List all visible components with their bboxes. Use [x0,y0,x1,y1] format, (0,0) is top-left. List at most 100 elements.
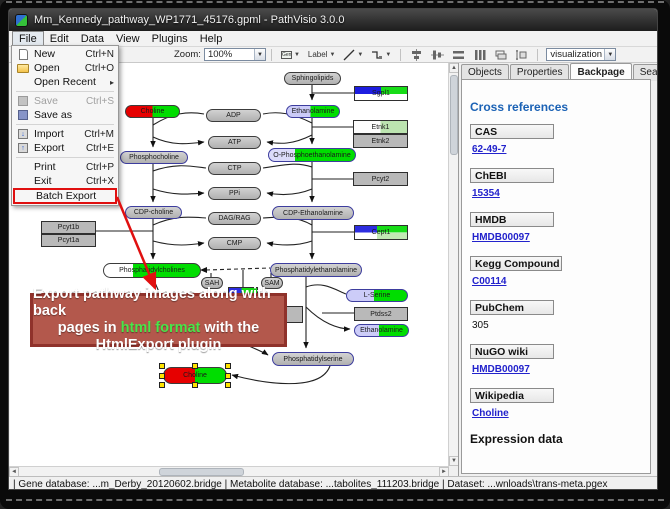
expression-data-heading: Expression data [470,432,642,446]
file-menu-item-export[interactable]: ↑ExportCtrl+E [13,141,117,155]
annotation-line: HtmlExport plugin [96,337,222,354]
zoom-label: Zoom: [174,49,201,60]
file-menu-item-import[interactable]: ↓ImportCtrl+M [13,127,117,141]
node-label: Pcyt1a [58,237,79,244]
zoom-combobox[interactable]: 100% ▼ [204,48,266,61]
pathway-node-etnk2[interactable]: Etnk2 [353,134,408,148]
reference-link[interactable]: 15354 [472,188,642,199]
pathway-node-cdp-choline[interactable]: CDP-choline [125,206,182,219]
pathway-node-pcyt1b[interactable]: Pcyt1b [41,221,96,234]
distribute-vertical-button[interactable] [470,48,489,62]
pathway-node-phosphatidylserine[interactable]: Phosphatidylserine [272,352,354,366]
pathway-node-pcyt1a[interactable]: Pcyt1a [41,234,96,247]
reference-db-kegg-compound: Kegg Compound [470,256,562,271]
selection-handle[interactable] [159,363,165,369]
stack-button[interactable] [491,48,510,62]
align-center-y-button[interactable] [428,48,447,62]
pathway-node-ethanolamine-bottom[interactable]: Ethanolamine [354,324,409,337]
pathway-node-cdp-ethanolamine[interactable]: CDP-Ethanolamine [272,206,354,220]
pathway-node-ethanolamine-top[interactable]: Ethanolamine [286,105,340,118]
label-tool-button[interactable]: Label ▼ [305,48,339,62]
dropdown-arrow-icon[interactable]: ▼ [254,49,265,60]
title-bar[interactable]: Mm_Kennedy_pathway_WP1771_45176.gpml - P… [9,9,657,31]
reference-db-cas: CAS [470,124,554,139]
pathway-node-ptdss2[interactable]: Ptdss2 [354,307,408,321]
node-label: CMP [227,240,243,247]
menu-edit[interactable]: Edit [44,32,75,46]
selection-handle[interactable] [225,373,231,379]
pathway-node-dag-rag[interactable]: DAG/RAG [208,212,261,225]
selection-handle[interactable] [192,363,198,369]
file-menu-item-save[interactable]: SaveCtrl+S [13,94,117,108]
zoom-value: 100% [205,49,254,60]
pathway-node-chpt1-partial[interactable] [285,306,303,323]
pathway-node-o-phosphoethanolamine[interactable]: O-Phosphoethanolamine [268,148,356,162]
align-center-x-button[interactable] [407,48,426,62]
pathway-node-sphingolipids[interactable]: Sphingolipids [284,72,341,85]
pathway-node-phosphocholine[interactable]: Phosphocholine [120,151,188,164]
backpage-panel[interactable]: Cross references CAS 62-49-7 ChEBI 15354 HMD… [461,79,651,474]
dropdown-arrow-icon[interactable]: ▼ [357,52,363,58]
visualization-combobox[interactable]: visualization ▼ [546,48,616,61]
reference-link[interactable]: Choline [472,408,642,419]
pathway-node-l-serine[interactable]: L-Serine [346,289,408,302]
pathway-node-etnk1[interactable]: Etnk1 [353,120,408,134]
pathway-node-phosphatidylcholines[interactable]: Phosphatidylcholines [103,263,201,278]
file-menu-item-exit[interactable]: ExitCtrl+X [13,174,117,188]
file-menu-item-print[interactable]: PrintCtrl+P [13,160,117,174]
horizontal-scroll-thumb[interactable] [159,468,244,476]
menu-view[interactable]: View [110,32,146,46]
selection-handle[interactable] [159,382,165,388]
dropdown-arrow-icon[interactable]: ▼ [294,52,300,58]
pathway-node-adp[interactable]: ADP [206,109,261,122]
cross-references-heading: Cross references [470,100,642,114]
submenu-arrow-icon: ▸ [110,78,114,87]
selection-handle[interactable] [225,363,231,369]
node-label: Cept1 [372,229,391,236]
group-button[interactable] [512,48,531,62]
vertical-scroll-thumb[interactable] [450,75,458,155]
pathway-node-ctp[interactable]: CTP [208,162,261,175]
menu-separator [16,124,114,125]
pathway-node-sgpl1[interactable]: Sgpl1 [354,86,408,101]
file-menu-item-label: Exit [34,175,86,187]
horizontal-scrollbar[interactable]: ◄ ► [9,466,449,476]
pathway-node-choline-top[interactable]: Choline [125,105,180,118]
file-menu-item-open-recent[interactable]: Open Recent▸ [13,75,117,89]
reference-link[interactable]: HMDB00097 [472,232,642,243]
file-menu-item-shortcut: Ctrl+O [85,63,114,74]
tab-backpage[interactable]: Backpage [570,63,631,80]
file-menu-item-batch-export[interactable]: Batch Export [13,188,117,204]
pathway-node-phosphatidylethanolamine[interactable]: Phosphatidylethanolamine [270,263,362,277]
pathway-node-cmp[interactable]: CMP [208,237,261,250]
dropdown-arrow-icon[interactable]: ▼ [329,52,335,58]
dropdown-arrow-icon[interactable]: ▼ [604,49,615,60]
new-file-icon [16,49,30,60]
reference-link[interactable]: C00114 [472,276,642,287]
selection-handle[interactable] [192,382,198,388]
file-menu-item-label: Open Recent [34,76,110,88]
node-label: Phosphatidylethanolamine [275,267,357,274]
file-menu-item-open[interactable]: OpenCtrl+O [13,61,117,75]
menu-data[interactable]: Data [75,32,110,46]
gene-node-button[interactable]: Gene ▼ [278,48,303,62]
pathway-node-atp[interactable]: ATP [208,136,261,149]
distribute-horizontal-button[interactable] [449,48,468,62]
selection-handle[interactable] [225,382,231,388]
node-label: Choline [183,372,207,379]
file-menu-item-new[interactable]: NewCtrl+N [13,47,117,61]
pathway-node-cept1[interactable]: Cept1 [354,225,408,240]
pathway-node-pcyt2[interactable]: Pcyt2 [353,172,408,186]
menu-help[interactable]: Help [194,32,229,46]
shape-tool-button[interactable]: ▼ [368,48,394,62]
selection-handle[interactable] [159,373,165,379]
reference-link[interactable]: 62-49-7 [472,144,642,155]
vertical-scrollbar[interactable]: ▲ ▼ [448,63,458,466]
reference-link[interactable]: HMDB00097 [472,364,642,375]
menu-plugins[interactable]: Plugins [146,32,194,46]
line-tool-button[interactable]: ▼ [340,48,366,62]
file-menu-item-save-as[interactable]: Save as [13,108,117,122]
dropdown-arrow-icon[interactable]: ▼ [385,52,391,58]
pathway-node-ppi[interactable]: PPi [208,187,261,200]
reference-db-chebi: ChEBI [470,168,554,183]
